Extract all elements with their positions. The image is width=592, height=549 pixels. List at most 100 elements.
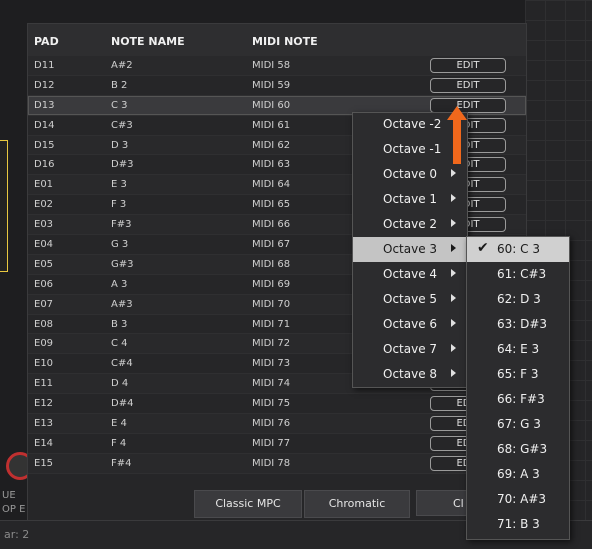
note-name-cell: B 2 bbox=[111, 79, 128, 91]
table-row[interactable]: E15F#4MIDI 78EDIT bbox=[28, 453, 526, 474]
note-menu-label: 68: G#3 bbox=[497, 442, 548, 456]
note-name-cell: F#4 bbox=[111, 457, 132, 469]
note-menu-label: 61: C#3 bbox=[497, 267, 547, 281]
midi-note-cell: MIDI 68 bbox=[252, 258, 291, 270]
note-name-cell: D 4 bbox=[111, 378, 129, 390]
note-name-cell: D#4 bbox=[111, 398, 134, 410]
submenu-arrow-icon bbox=[451, 244, 456, 252]
edit-button[interactable]: EDIT bbox=[430, 77, 506, 93]
note-menu-item[interactable]: 66: F#3 bbox=[467, 387, 569, 412]
pad-cell: E12 bbox=[34, 398, 54, 410]
submenu-arrow-icon bbox=[451, 194, 456, 202]
midi-note-cell: MIDI 58 bbox=[252, 60, 291, 71]
table-row[interactable]: D11 A#2 MIDI 58 EDIT bbox=[28, 56, 526, 76]
submenu-arrow-icon bbox=[451, 369, 456, 377]
note-menu-item[interactable]: 70: A#3 bbox=[467, 487, 569, 512]
table-row[interactable]: E14F 4MIDI 77EDIT bbox=[28, 433, 526, 454]
note-menu-label: 62: D 3 bbox=[497, 292, 541, 306]
pad-cell: E10 bbox=[34, 358, 54, 370]
background-yellow-panel bbox=[0, 140, 8, 272]
note-menu-item[interactable]: 68: G#3 bbox=[467, 437, 569, 462]
octave-menu-item[interactable]: Octave 8 bbox=[353, 362, 467, 387]
note-menu-item[interactable]: ✔ 60: C 3 bbox=[467, 237, 569, 262]
octave-menu-item[interactable]: Octave 2 bbox=[353, 212, 467, 237]
note-menu-label: 67: G 3 bbox=[497, 417, 541, 431]
midi-note-cell: MIDI 65 bbox=[252, 199, 291, 211]
octave-menu-label: Octave -1 bbox=[383, 142, 442, 156]
octave-menu-label: Octave 1 bbox=[383, 192, 438, 206]
octave-menu-label: Octave 8 bbox=[383, 367, 438, 381]
midi-note-cell: MIDI 67 bbox=[252, 239, 291, 251]
note-menu-item[interactable]: 71: B 3 bbox=[467, 512, 569, 537]
note-name-cell: B 3 bbox=[111, 318, 128, 330]
pad-cell: E07 bbox=[34, 298, 54, 310]
midi-note-cell: MIDI 70 bbox=[252, 298, 291, 310]
octave-menu-label: Octave 6 bbox=[383, 317, 438, 331]
edit-button[interactable]: EDIT bbox=[430, 97, 506, 113]
midi-note-cell: MIDI 76 bbox=[252, 418, 291, 430]
submenu-arrow-icon bbox=[451, 269, 456, 277]
header-note-name: NOTE NAME bbox=[111, 35, 185, 48]
table-row[interactable]: D12 B 2 MIDI 59 EDIT bbox=[28, 75, 526, 96]
note-name-cell: E 4 bbox=[111, 418, 127, 430]
octave-menu-item[interactable]: Octave 1 bbox=[353, 187, 467, 212]
midi-note-cell: MIDI 62 bbox=[252, 139, 291, 151]
note-name-cell: D 3 bbox=[111, 139, 129, 151]
midi-note-cell: MIDI 63 bbox=[252, 159, 291, 171]
table-row[interactable]: E12D#4MIDI 75EDIT bbox=[28, 394, 526, 415]
octave-menu-item[interactable]: Octave 0 bbox=[353, 162, 467, 187]
octave-menu-item[interactable]: Octave 4 bbox=[353, 262, 467, 287]
note-menu-item[interactable]: 61: C#3 bbox=[467, 262, 569, 287]
header-pad: PAD bbox=[34, 35, 59, 48]
table-row[interactable]: E13E 4MIDI 76EDIT bbox=[28, 414, 526, 434]
note-name-cell: A#3 bbox=[111, 298, 133, 310]
note-menu-item[interactable]: 67: G 3 bbox=[467, 412, 569, 437]
midi-note-cell: MIDI 60 bbox=[252, 99, 291, 111]
note-menu-label: 60: C 3 bbox=[497, 242, 540, 256]
classic-mpc-button[interactable]: Classic MPC bbox=[194, 490, 302, 518]
note-name-cell: F#3 bbox=[111, 219, 132, 231]
octave-menu-item[interactable]: Octave 3 bbox=[353, 237, 467, 262]
note-name-cell: F 3 bbox=[111, 199, 127, 211]
midi-note-cell: MIDI 64 bbox=[252, 179, 291, 191]
submenu-arrow-icon bbox=[451, 294, 456, 302]
table-header: PAD NOTE NAME MIDI NOTE bbox=[28, 24, 526, 56]
pad-cell: D11 bbox=[34, 60, 55, 71]
note-name-cell: C 4 bbox=[111, 338, 128, 350]
midi-note-cell: MIDI 73 bbox=[252, 358, 291, 370]
pad-cell: E01 bbox=[34, 179, 54, 191]
checkmark-icon: ✔ bbox=[477, 240, 489, 256]
note-menu-label: 66: F#3 bbox=[497, 392, 545, 406]
submenu-arrow-icon bbox=[451, 319, 456, 327]
pad-cell: D15 bbox=[34, 139, 55, 151]
midi-note-cell: MIDI 66 bbox=[252, 219, 291, 231]
octave-menu-item[interactable]: Octave 5 bbox=[353, 287, 467, 312]
octave-menu-label: Octave 2 bbox=[383, 217, 438, 231]
edit-button[interactable]: EDIT bbox=[430, 58, 506, 73]
note-menu-item[interactable]: 63: D#3 bbox=[467, 312, 569, 337]
octave-menu-item[interactable]: Octave 6 bbox=[353, 312, 467, 337]
note-menu-label: 70: A#3 bbox=[497, 492, 547, 506]
midi-note-cell: MIDI 59 bbox=[252, 79, 291, 91]
pad-cell: E04 bbox=[34, 239, 54, 251]
midi-note-cell: MIDI 72 bbox=[252, 338, 291, 350]
note-menu-item[interactable]: 69: A 3 bbox=[467, 462, 569, 487]
midi-note-cell: MIDI 61 bbox=[252, 119, 291, 131]
note-name-cell: C 3 bbox=[111, 99, 128, 111]
note-name-cell: G#3 bbox=[111, 258, 134, 270]
pad-cell: D13 bbox=[34, 99, 55, 111]
pad-cell: D12 bbox=[34, 79, 55, 91]
octave-menu-label: Octave -2 bbox=[383, 117, 442, 131]
midi-note-cell: MIDI 69 bbox=[252, 278, 291, 290]
note-menu-item[interactable]: 64: E 3 bbox=[467, 337, 569, 362]
note-menu-item[interactable]: 65: F 3 bbox=[467, 362, 569, 387]
note-menu-item[interactable]: 62: D 3 bbox=[467, 287, 569, 312]
midi-note-cell: MIDI 78 bbox=[252, 457, 291, 469]
pad-cell: E13 bbox=[34, 418, 54, 430]
note-name-cell: A#2 bbox=[111, 60, 133, 71]
header-midi-note: MIDI NOTE bbox=[252, 35, 318, 48]
pad-cell: E15 bbox=[34, 457, 54, 469]
octave-menu-item[interactable]: Octave 7 bbox=[353, 337, 467, 362]
chromatic-button[interactable]: Chromatic bbox=[304, 490, 410, 518]
note-submenu: ✔ 60: C 3 61: C#3 62: D 3 63: D#3 64: E 3 65: … bbox=[466, 236, 570, 540]
